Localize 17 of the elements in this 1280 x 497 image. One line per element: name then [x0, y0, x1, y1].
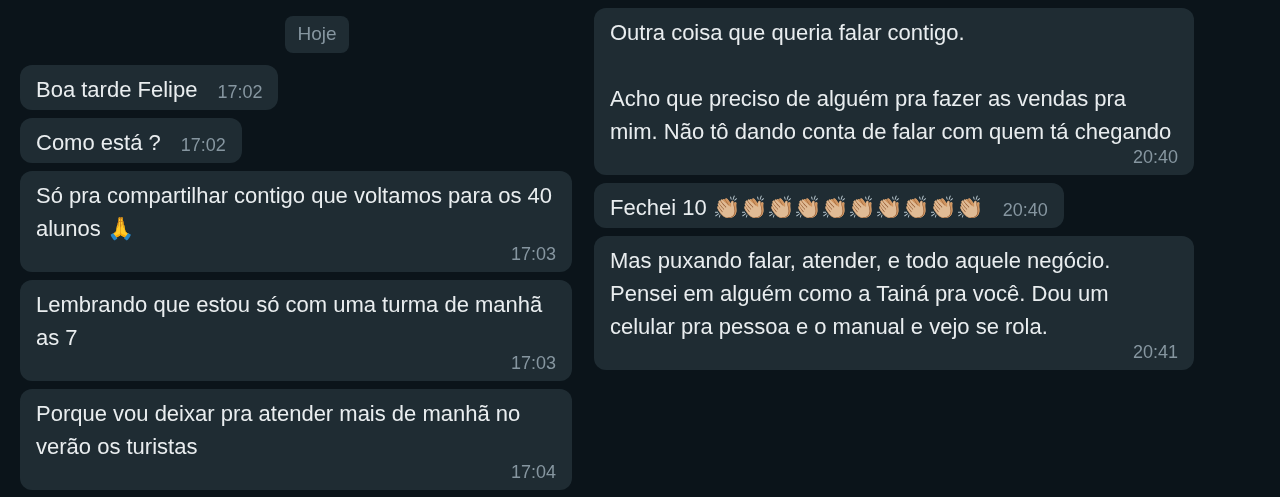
- message-time: 20:41: [1132, 341, 1178, 364]
- message-text: Boa tarde Felipe: [36, 75, 198, 104]
- message-text: Como está ?: [36, 128, 161, 157]
- message-text: Mas puxando falar, atender, e todo aquele negócio. Pensei em alguém como a Tainá pra você. Dou um celular pra pessoa e o manual e vejo se rola.: [610, 247, 1112, 341]
- message-time: 17:02: [217, 80, 263, 104]
- message-time: 17:03: [510, 351, 556, 375]
- message-text: Fechei 10 👏🏼👏🏼👏🏼👏🏼👏🏼👏🏼👏🏼👏🏼👏🏼👏🏼: [610, 194, 983, 222]
- message-time: 17:03: [510, 242, 556, 266]
- message-time: 17:04: [510, 460, 556, 484]
- message-time: 20:40: [1132, 146, 1178, 169]
- date-chip: Hoje: [285, 16, 349, 53]
- message-text: Só pra compartilhar contigo que voltamos para os 40 alunos 🙏: [36, 181, 554, 243]
- message-text: Porque vou deixar pra atender mais de manhã no verão os turistas: [36, 399, 522, 461]
- message-time: 17:02: [180, 133, 226, 157]
- message-text: Outra coisa que queria falar contigo. Acho que preciso de alguém pra fazer as vendas pra mim. Não tô dando conta de falar com quem tá chegando: [610, 19, 1173, 146]
- message-time: 20:40: [1002, 199, 1048, 222]
- message-text: Lembrando que estou só com uma turma de manhã as 7: [36, 290, 544, 352]
